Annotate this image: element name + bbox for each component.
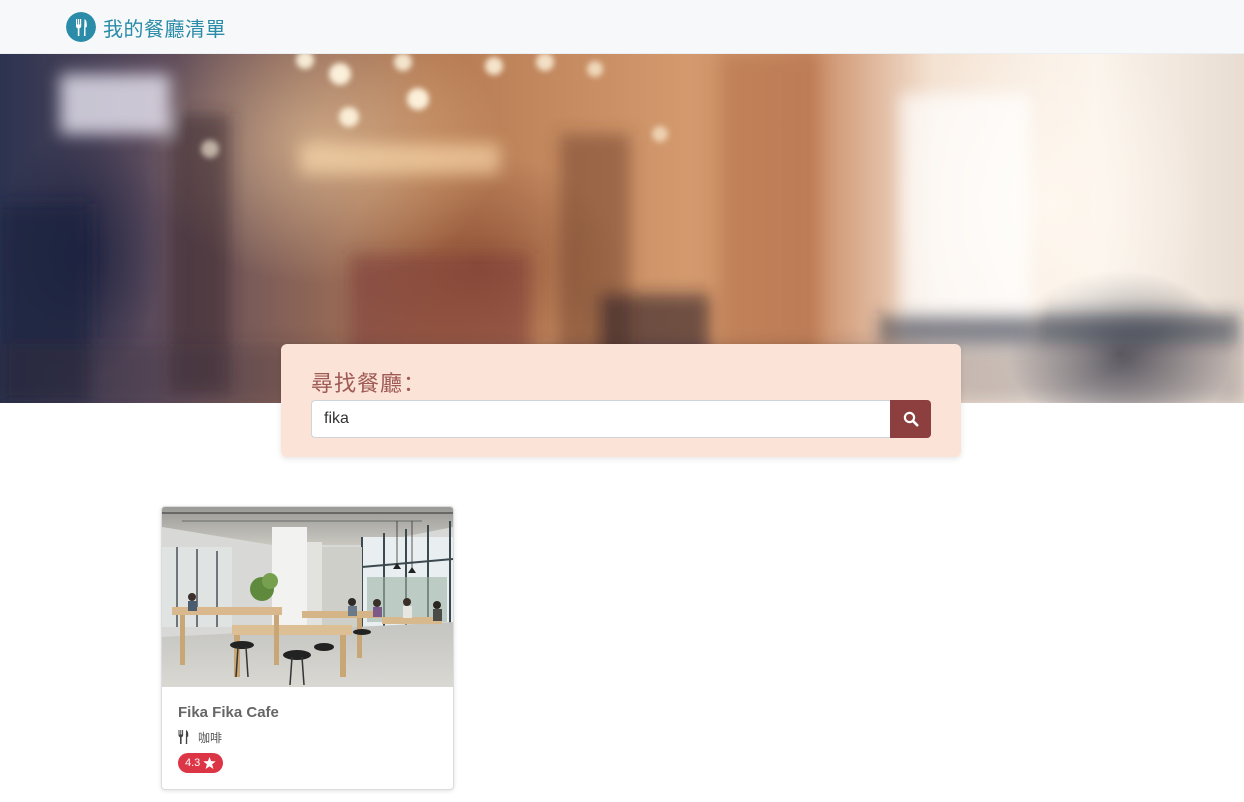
brand-title: 我的餐廳清單 [103, 16, 226, 41]
star-icon [203, 757, 217, 769]
restaurant-category-label: 咖啡 [198, 730, 223, 745]
utensils-icon [178, 730, 189, 744]
navbar: 我的餐廳清單 [0, 0, 1244, 54]
search-button[interactable] [890, 400, 931, 438]
restaurant-card[interactable]: Fika Fika Cafe 咖啡 4.3 [161, 506, 454, 790]
restaurant-photo [162, 507, 453, 687]
fork-knife-icon [66, 12, 96, 42]
restaurant-category: 咖啡 [178, 729, 222, 745]
rating-value: 4.3 [185, 757, 201, 769]
search-panel: 尋找餐廳： [281, 344, 961, 457]
search-icon [903, 411, 918, 427]
rating-badge: 4.3 [178, 753, 224, 773]
search-label: 尋找餐廳： [311, 372, 427, 397]
search-input[interactable] [311, 400, 890, 438]
brand-link[interactable]: 我的餐廳清單 [66, 11, 226, 43]
restaurant-name: Fika Fika Cafe [178, 704, 279, 721]
